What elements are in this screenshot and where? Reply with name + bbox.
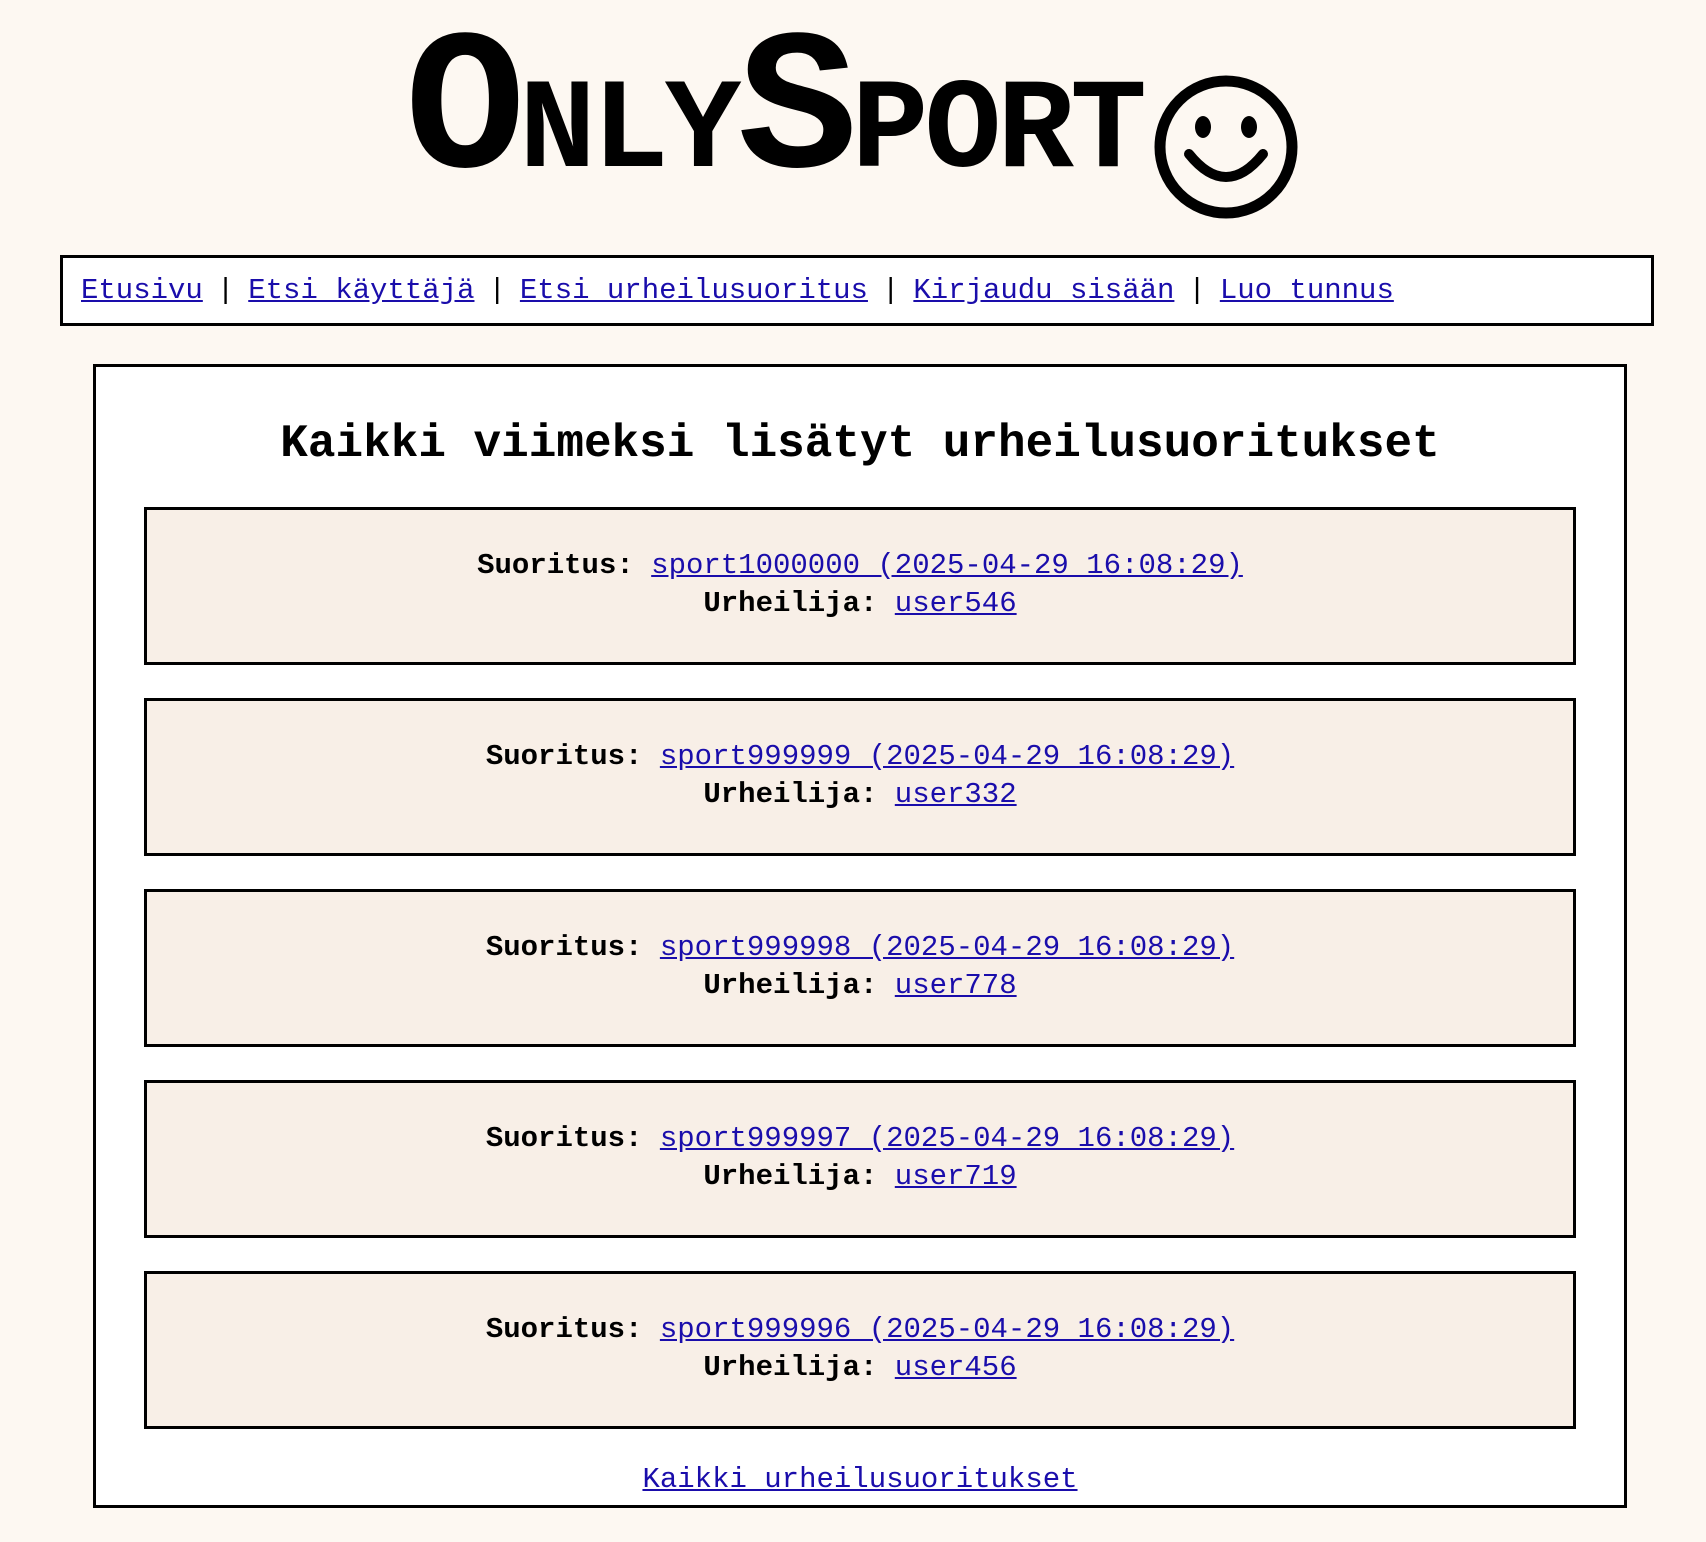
nav-separator: | — [488, 274, 506, 307]
logo-letter: S — [737, 0, 858, 227]
all-performances-link[interactable]: Kaikki urheilusuoritukset — [642, 1463, 1077, 1496]
performance-card: Suoritus: sport1000000 (2025-04-29 16:08… — [144, 507, 1576, 665]
page-title: Kaikki viimeksi lisätyt urheilusuorituks… — [280, 418, 1440, 470]
all-performances-container: Kaikki urheilusuoritukset — [96, 1462, 1624, 1498]
main-panel: Kaikki viimeksi lisätyt urheilusuorituks… — [93, 364, 1627, 1508]
athlete-link[interactable]: user546 — [895, 587, 1017, 620]
nav-separator: | — [1188, 274, 1206, 307]
athlete-label: Urheilija: — [703, 1351, 878, 1384]
performance-card: Suoritus: sport999998 (2025-04-29 16:08:… — [144, 889, 1576, 1047]
smiley-icon — [1154, 75, 1298, 219]
athlete-link[interactable]: user778 — [895, 969, 1017, 1002]
main-nav: Etusivu | Etsi käyttäjä | Etsi urheilusuorit… — [60, 255, 1654, 326]
nav-link-register[interactable]: Luo tunnus — [1220, 274, 1394, 307]
performance-label: Suoritus: — [477, 549, 634, 582]
nav-separator: | — [881, 274, 900, 307]
athlete-label: Urheilija: — [703, 778, 878, 811]
performance-label: Suoritus: — [485, 931, 643, 964]
nav-link-search-performance[interactable]: Etsi urheilusuoritus — [520, 274, 868, 307]
logo-text: PORT — [851, 60, 1147, 205]
performance-link[interactable]: sport999996 (2025-04-29 16:08:29) — [660, 1313, 1234, 1346]
athlete-label: Urheilija: — [703, 587, 878, 620]
nav-link-search-user[interactable]: Etsi käyttäjä — [248, 274, 474, 307]
performance-link[interactable]: sport999999 (2025-04-29 16:08:29) — [660, 740, 1234, 773]
nav-link-login[interactable]: Kirjaudu sisään — [913, 274, 1174, 307]
performance-link[interactable]: sport1000000 (2025-04-29 16:08:29) — [651, 549, 1243, 582]
performance-card: Suoritus: sport999999 (2025-04-29 16:08:… — [144, 698, 1576, 856]
performance-card: Suoritus: sport999996 (2025-04-29 16:08:… — [144, 1271, 1576, 1429]
performance-link[interactable]: sport999998 (2025-04-29 16:08:29) — [660, 931, 1234, 964]
performance-label: Suoritus: — [485, 1122, 643, 1155]
nav-link-home[interactable]: Etusivu — [81, 274, 203, 307]
performance-card: Suoritus: sport999997 (2025-04-29 16:08:… — [144, 1080, 1576, 1238]
athlete-label: Urheilija: — [703, 969, 878, 1002]
performance-link[interactable]: sport999997 (2025-04-29 16:08:29) — [660, 1122, 1234, 1155]
logo-letter: O — [405, 0, 525, 227]
performance-label: Suoritus: — [485, 1313, 643, 1346]
athlete-link[interactable]: user719 — [895, 1160, 1017, 1193]
athlete-link[interactable]: user456 — [895, 1351, 1017, 1384]
nav-separator: | — [216, 274, 235, 307]
logo-text: NLY — [519, 60, 741, 205]
site-logo: ONLYSPORT — [0, 14, 1706, 219]
performance-label: Suoritus: — [485, 740, 643, 773]
athlete-label: Urheilija: — [703, 1160, 878, 1193]
athlete-link[interactable]: user332 — [895, 778, 1017, 811]
